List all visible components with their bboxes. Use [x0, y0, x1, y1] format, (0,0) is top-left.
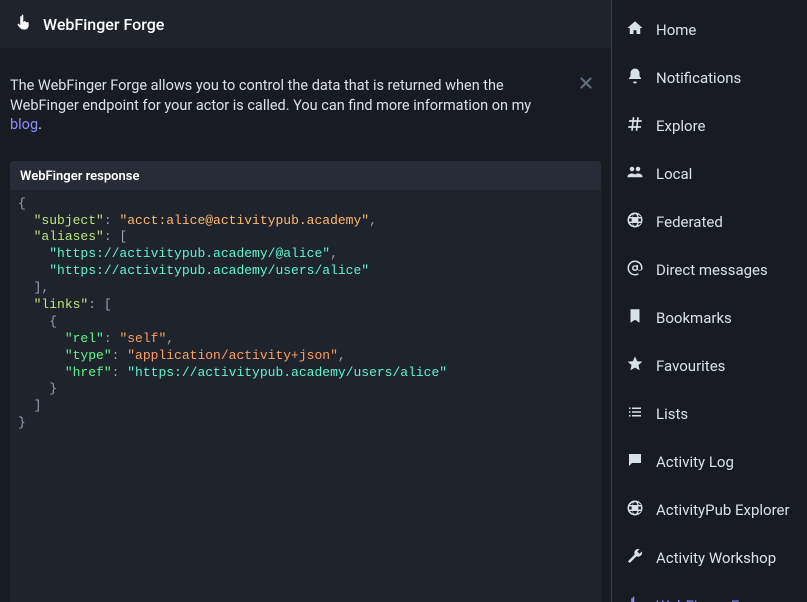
nav-item-label: Favourites	[656, 357, 725, 375]
nav-item-explore[interactable]: Explore	[612, 102, 807, 150]
nav-item-label: Activity Workshop	[656, 549, 776, 567]
pointer-icon	[15, 13, 33, 35]
nav-item-federated[interactable]: Federated	[612, 198, 807, 246]
nav-item-label: Explore	[656, 117, 706, 135]
nav-item-notifications[interactable]: Notifications	[612, 54, 807, 102]
nav-item-lists[interactable]: Lists	[612, 390, 807, 438]
nav-item-direct-messages[interactable]: Direct messages	[612, 246, 807, 294]
nav-item-label: ActivityPub Explorer	[656, 501, 790, 519]
nav-item-label: Federated	[656, 213, 723, 231]
info-banner: The WebFinger Forge allows you to contro…	[10, 62, 601, 149]
nav-item-activity-log[interactable]: Activity Log	[612, 438, 807, 486]
at-icon	[626, 259, 644, 281]
nav-item-label: Bookmarks	[656, 309, 732, 327]
page-title: WebFinger Forge	[43, 15, 164, 34]
page-header: WebFinger Forge	[0, 0, 611, 48]
comment-icon	[626, 451, 644, 473]
nav-item-bookmarks[interactable]: Bookmarks	[612, 294, 807, 342]
hashtag-icon	[626, 115, 644, 137]
nav-item-label: Activity Log	[656, 453, 734, 471]
star-icon	[626, 355, 644, 377]
nav-item-label: Home	[656, 21, 696, 39]
nav-item-label: WebFinger Forge	[656, 597, 769, 602]
bookmark-icon	[626, 307, 644, 329]
list-icon	[626, 403, 644, 425]
nav-item-label: Local	[656, 165, 692, 183]
blog-link[interactable]: blog	[10, 116, 38, 133]
wrench-icon	[626, 547, 644, 569]
nav-item-local[interactable]: Local	[612, 150, 807, 198]
bell-icon	[626, 67, 644, 89]
users-icon	[626, 163, 644, 185]
nav-item-webfinger-forge[interactable]: WebFinger Forge	[612, 582, 807, 602]
globe-icon	[626, 211, 644, 233]
nav-item-activitypub-explorer[interactable]: ActivityPub Explorer	[612, 486, 807, 534]
nav-item-home[interactable]: Home	[612, 6, 807, 54]
nav-item-label: Lists	[656, 405, 688, 423]
sidebar: Home Notifications Explore Local Federated Di…	[612, 0, 807, 602]
response-panel: WebFinger response { "subject": "acct:al…	[10, 161, 601, 602]
globe-icon	[626, 499, 644, 521]
response-panel-title: WebFinger response	[10, 161, 601, 190]
nav-item-label: Notifications	[656, 69, 741, 87]
home-icon	[626, 19, 644, 41]
close-icon[interactable]	[577, 74, 595, 92]
main-column: WebFinger Forge The WebFinger Forge allo…	[0, 0, 612, 602]
nav-item-favourites[interactable]: Favourites	[612, 342, 807, 390]
nav-item-label: Direct messages	[656, 261, 768, 279]
nav-item-activity-workshop[interactable]: Activity Workshop	[612, 534, 807, 582]
webfinger-response-code[interactable]: { "subject": "acct:alice@activitypub.aca…	[10, 190, 601, 602]
pointer-icon	[626, 595, 644, 602]
info-text: The WebFinger Forge allows you to contro…	[10, 77, 531, 133]
